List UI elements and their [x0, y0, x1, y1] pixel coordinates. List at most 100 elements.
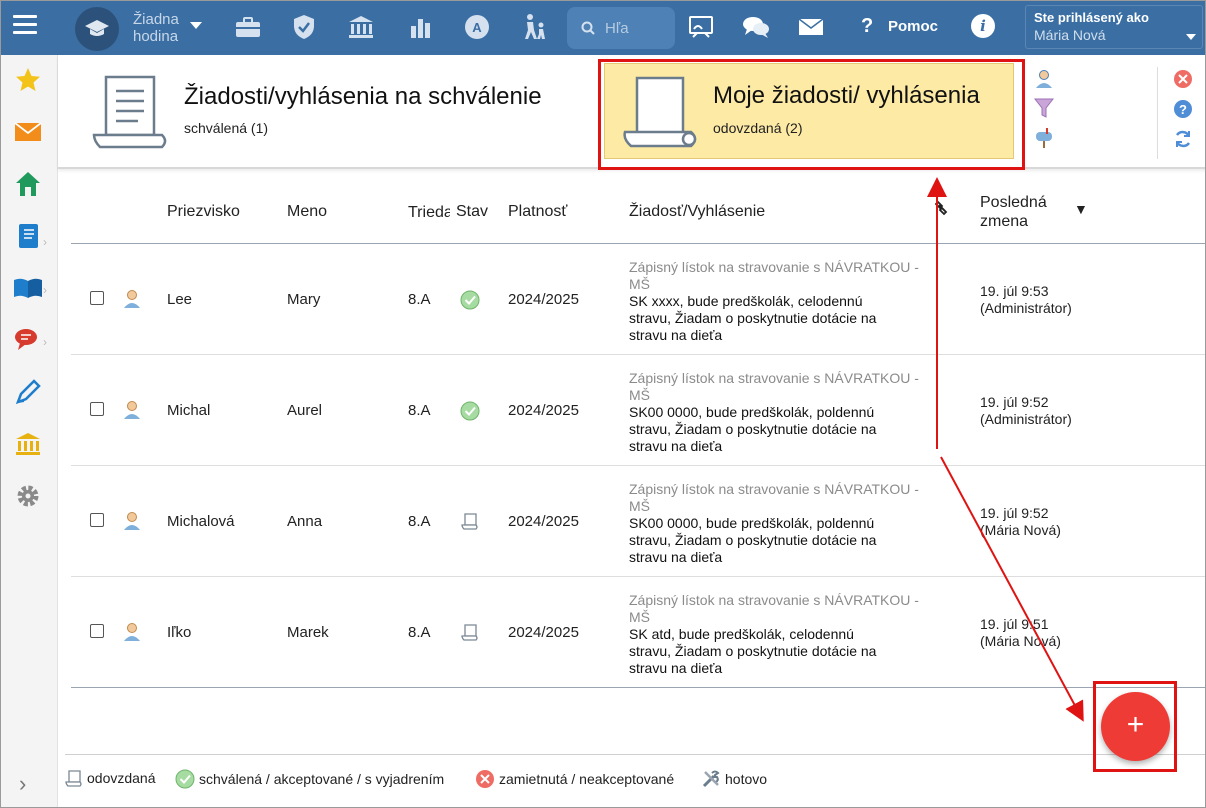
gear-icon[interactable]	[13, 481, 43, 511]
chat-bubbles-icon[interactable]	[742, 13, 770, 41]
row-checkbox[interactable]	[90, 624, 104, 638]
request-type-line1: Zápisný lístok na stravovanie s NÁVRATKO…	[629, 481, 919, 497]
row-checkbox[interactable]	[90, 291, 104, 305]
expand-chevron-icon[interactable]: ›	[43, 335, 47, 349]
approved-status-icon	[460, 290, 480, 314]
document-list-icon	[92, 73, 172, 158]
row-checkbox[interactable]	[90, 513, 104, 527]
user-icon	[123, 511, 141, 535]
mailbox-icon[interactable]	[1034, 127, 1054, 154]
column-name[interactable]: Meno	[287, 203, 327, 221]
caret-down-icon	[1186, 34, 1196, 40]
info-icon[interactable]: i	[971, 14, 995, 38]
caret-down-icon[interactable]	[190, 22, 202, 29]
left-sidebar: › › › ›	[1, 55, 58, 807]
request-detail-line2: stravu, Žiadam o poskytnutie dotácie na	[629, 310, 877, 326]
last-change-cell: 19. júl 9:51 (Mária Nová)	[980, 616, 1061, 650]
user-icon	[123, 289, 141, 313]
help-icon[interactable]: ?	[861, 15, 873, 38]
request-description: Zápisný lístok na stravovanie s NÁVRATKO…	[629, 259, 929, 344]
close-icon[interactable]	[1173, 69, 1193, 94]
walking-family-icon[interactable]	[520, 13, 548, 41]
institution-icon[interactable]	[13, 429, 43, 459]
table-row[interactable]: Michal Aurel 8.A 2024/2025 Zápisný lísto…	[71, 355, 1205, 466]
request-type-line1: Zápisný lístok na stravovanie s NÁVRATKO…	[629, 370, 919, 386]
name-cell: Aurel	[287, 402, 323, 419]
table-row[interactable]: Lee Mary 8.A 2024/2025 Zápisný lístok na…	[71, 244, 1205, 355]
legend-rejected-label: zamietnutá / neakceptované	[499, 771, 675, 787]
user-account-selector[interactable]: Ste prihlásený ako Mária Nová	[1025, 5, 1203, 49]
approved-status-icon	[460, 401, 480, 425]
last-change-line1: Posledná	[980, 194, 1047, 211]
help-icon[interactable]: ?	[1173, 99, 1193, 124]
star-icon[interactable]	[13, 65, 43, 95]
approval-requests-title[interactable]: Žiadosti/vyhlásenia na schválenie	[184, 83, 542, 111]
search-box[interactable]	[567, 7, 675, 49]
home-icon[interactable]	[13, 169, 43, 199]
legend-approved: schválená / akceptované / s vyjadrením	[175, 769, 444, 789]
expand-chevron-icon[interactable]: ›	[43, 283, 47, 297]
graduation-cap-icon[interactable]	[75, 7, 119, 51]
request-type-line2: MŠ	[629, 276, 650, 292]
legend-done-label: hotovo	[725, 771, 768, 787]
briefcase-icon[interactable]	[234, 13, 262, 41]
change-author: (Mária Nová)	[980, 633, 1061, 649]
bar-chart-icon[interactable]	[407, 13, 435, 41]
expand-chevron-icon[interactable]: ›	[43, 235, 47, 249]
classroom-board-icon[interactable]	[687, 13, 715, 41]
legend-approved-label: schválená / akceptované / s vyjadrením	[199, 771, 445, 787]
column-state[interactable]: Stav	[456, 203, 488, 221]
column-surname[interactable]: Priezvisko	[167, 203, 240, 221]
menu-icon[interactable]	[13, 15, 37, 35]
pen-icon[interactable]	[13, 377, 43, 407]
table-row[interactable]: Michalová Anna 8.A 2024/2025 Zápisný lís…	[71, 466, 1205, 577]
envelope-icon[interactable]	[13, 117, 43, 147]
legend-submitted-label: odovzdaná	[87, 770, 156, 786]
class-cell: 8.A	[408, 402, 431, 419]
help-link[interactable]: Pomoc	[888, 18, 938, 35]
legend-done: hotovo	[701, 769, 767, 789]
chat-icon[interactable]	[13, 325, 43, 355]
bank-icon[interactable]	[347, 13, 375, 41]
funnel-icon[interactable]	[1033, 97, 1055, 124]
table-row[interactable]: Iľko Marek 8.A 2024/2025 Zápisný lístok …	[71, 577, 1205, 688]
row-checkbox[interactable]	[90, 402, 104, 416]
change-author: (Mária Nová)	[980, 522, 1061, 538]
sidebar-expand-icon[interactable]: ›	[19, 771, 26, 797]
request-detail-line2: stravu, Žiadam o poskytnutie dotácie na	[629, 421, 877, 437]
class-cell: 8.A	[408, 513, 431, 530]
user-filter-icon[interactable]	[1034, 69, 1054, 94]
column-class[interactable]: Trieda	[408, 204, 450, 222]
change-author: (Administrátor)	[980, 300, 1072, 316]
top-navigation-bar: Žiadna hodina A Hľa ? Pomoc i Ste prihlá…	[1, 1, 1205, 55]
envelope-icon[interactable]	[797, 13, 825, 41]
column-last-change[interactable]: Posledná zmena	[980, 193, 1047, 231]
surname-cell: Michal	[167, 402, 211, 419]
change-time: 19. júl 9:52	[980, 394, 1049, 410]
column-validity[interactable]: Platnosť	[508, 203, 567, 221]
submitted-status-icon	[461, 623, 479, 645]
request-detail-line1: SK atd, bude predškolák, celodennú	[629, 626, 854, 642]
sort-descending-icon[interactable]: ▼	[1074, 201, 1088, 217]
refresh-icon[interactable]	[1173, 129, 1193, 154]
request-type-line2: MŠ	[629, 387, 650, 403]
notebook-icon[interactable]	[13, 221, 43, 251]
award-icon[interactable]: A	[463, 13, 491, 41]
request-type-line1: Zápisný lístok na stravovanie s NÁVRATKO…	[629, 259, 919, 275]
last-change-cell: 19. júl 9:53 (Administrátor)	[980, 283, 1072, 317]
attachment-link-icon[interactable]	[933, 199, 951, 222]
column-request[interactable]: Žiadosť/Vyhlásenie	[629, 203, 765, 221]
change-author: (Administrátor)	[980, 411, 1072, 427]
last-change-line2: zmena	[980, 213, 1029, 230]
request-description: Zápisný lístok na stravovanie s NÁVRATKO…	[629, 370, 929, 455]
request-description: Zápisný lístok na stravovanie s NÁVRATKO…	[629, 592, 929, 677]
current-hour-selector[interactable]: Žiadna hodina	[133, 11, 179, 45]
request-type-line1: Zápisný lístok na stravovanie s NÁVRATKO…	[629, 592, 919, 608]
search-input[interactable]	[605, 19, 665, 37]
approval-requests-count[interactable]: schválená (1)	[184, 120, 268, 136]
shield-check-icon[interactable]	[290, 13, 318, 41]
class-cell: 8.A	[408, 291, 431, 308]
request-detail-line3: stravu na dieťa	[629, 438, 723, 454]
request-detail-line2: stravu, Žiadam o poskytnutie dotácie na	[629, 532, 877, 548]
open-book-icon[interactable]	[13, 273, 43, 303]
